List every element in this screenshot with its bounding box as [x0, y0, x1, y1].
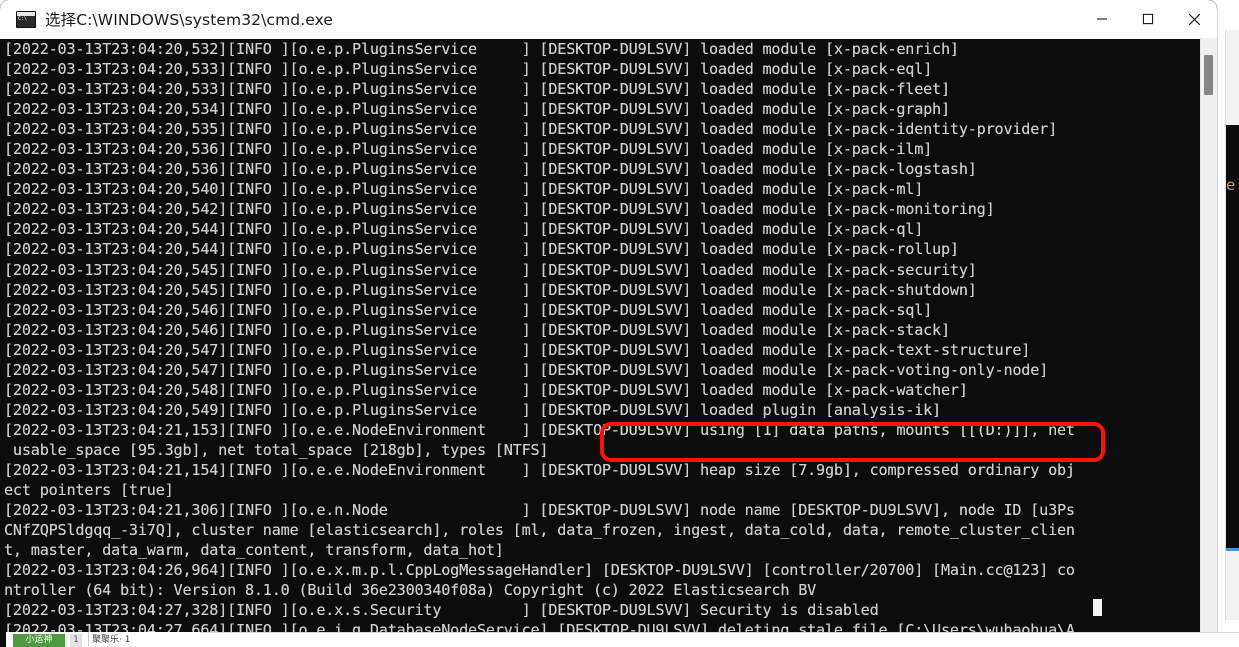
- maximize-icon: [1142, 13, 1154, 25]
- window-titlebar[interactable]: 选择C:\WINDOWS\system32\cmd.exe: [0, 0, 1217, 39]
- console-scrollbar-thumb[interactable]: [1204, 55, 1213, 95]
- bottom-overlay-strip: 小运神 1 聚聚乐· 1: [0, 632, 1239, 647]
- console-line: [2022-03-13T23:04:20,548][INFO ][o.e.p.P…: [4, 380, 968, 399]
- minimize-icon: [1097, 18, 1107, 20]
- console-line: [2022-03-13T23:04:20,533][INFO ][o.e.p.P…: [4, 80, 950, 99]
- console-line: [2022-03-13T23:04:20,547][INFO ][o.e.p.P…: [4, 340, 1031, 359]
- console-line: [2022-03-13T23:04:20,546][INFO ][o.e.p.P…: [4, 320, 950, 339]
- console-line: [2022-03-13T23:04:20,545][INFO ][o.e.p.P…: [4, 280, 977, 299]
- minimize-button[interactable]: [1079, 0, 1125, 38]
- console-line: [2022-03-13T23:04:20,536][INFO ][o.e.p.P…: [4, 160, 977, 179]
- console-output-area[interactable]: [2022-03-13T23:04:20,532][INFO ][o.e.p.P…: [0, 39, 1217, 640]
- console-line: [2022-03-13T23:04:20,535][INFO ][o.e.p.P…: [4, 120, 1057, 139]
- bottom-overlay-rule: [200, 632, 1239, 633]
- console-line: [2022-03-13T23:04:21,153][INFO ][o.e.e.N…: [4, 420, 1075, 439]
- desktop-background: e 选择C:\WINDOWS\system32\cmd.exe: [0, 0, 1239, 647]
- close-button[interactable]: [1171, 0, 1217, 38]
- background-window-right-edge[interactable]: e: [1225, 30, 1239, 620]
- console-line: [2022-03-13T23:04:21,306][INFO ][o.e.n.N…: [4, 501, 1075, 520]
- console-line: CNfZQPSldgqq_-3i7Q], cluster name [elast…: [4, 521, 1075, 540]
- console-line: [2022-03-13T23:04:20,547][INFO ][o.e.p.P…: [4, 360, 1049, 379]
- console-line: t, master, data_warm, data_content, tran…: [4, 541, 504, 560]
- console-line: [2022-03-13T23:04:20,534][INFO ][o.e.p.P…: [4, 100, 950, 119]
- console-line: ect pointers [true]: [4, 481, 174, 500]
- console-text-buffer: [2022-03-13T23:04:20,532][INFO ][o.e.p.P…: [4, 39, 1208, 640]
- window-title: 选择C:\WINDOWS\system32\cmd.exe: [45, 11, 334, 29]
- console-line: [2022-03-13T23:04:21,154][INFO ][o.e.e.N…: [4, 460, 1075, 479]
- cmd-console-icon: [16, 10, 36, 28]
- text-cursor-block: [1093, 599, 1102, 616]
- close-icon: [1188, 13, 1200, 25]
- cmd-window: 选择C:\WINDOWS\system32\cmd.exe: [0, 0, 1217, 640]
- console-line: [2022-03-13T23:04:20,545][INFO ][o.e.p.P…: [4, 260, 977, 279]
- console-line: [2022-03-13T23:04:20,549][INFO ][o.e.p.P…: [4, 400, 941, 419]
- console-line: ntroller (64 bit): Version 8.1.0 (Build …: [4, 581, 817, 600]
- bottom-overlay-dark-edge: [0, 632, 6, 647]
- console-line: [2022-03-13T23:04:20,544][INFO ][o.e.p.P…: [4, 240, 959, 259]
- console-line: [2022-03-13T23:04:20,542][INFO ][o.e.p.P…: [4, 200, 995, 219]
- console-line: [2022-03-13T23:04:20,533][INFO ][o.e.p.P…: [4, 60, 933, 79]
- console-line: [2022-03-13T23:04:26,964][INFO ][o.e.x.m…: [4, 561, 1075, 580]
- window-controls: [1079, 0, 1217, 38]
- bottom-overlay-divider: [88, 632, 89, 647]
- console-line: [2022-03-13T23:04:20,544][INFO ][o.e.p.P…: [4, 220, 924, 239]
- console-scrollbar[interactable]: [1200, 38, 1217, 640]
- console-line: [2022-03-13T23:04:20,540][INFO ][o.e.p.P…: [4, 180, 924, 199]
- bottom-overlay-count: 1: [70, 634, 82, 647]
- console-line: [2022-03-13T23:04:20,546][INFO ][o.e.p.P…: [4, 300, 933, 319]
- maximize-button[interactable]: [1125, 0, 1171, 38]
- console-line: [2022-03-13T23:04:20,536][INFO ][o.e.p.P…: [4, 140, 933, 159]
- console-line: usable_space [95.3gb], net total_space […: [4, 440, 549, 459]
- console-line: [2022-03-13T23:04:20,532][INFO ][o.e.p.P…: [4, 40, 959, 58]
- console-line: [2022-03-13T23:04:27,328][INFO ][o.e.x.s…: [4, 601, 879, 620]
- bottom-overlay-label: 聚聚乐· 1: [92, 635, 131, 645]
- background-window-glyph: e: [1226, 176, 1236, 194]
- bottom-overlay-badge[interactable]: 小运神: [13, 634, 65, 647]
- background-window-accent-bar: [1226, 548, 1239, 551]
